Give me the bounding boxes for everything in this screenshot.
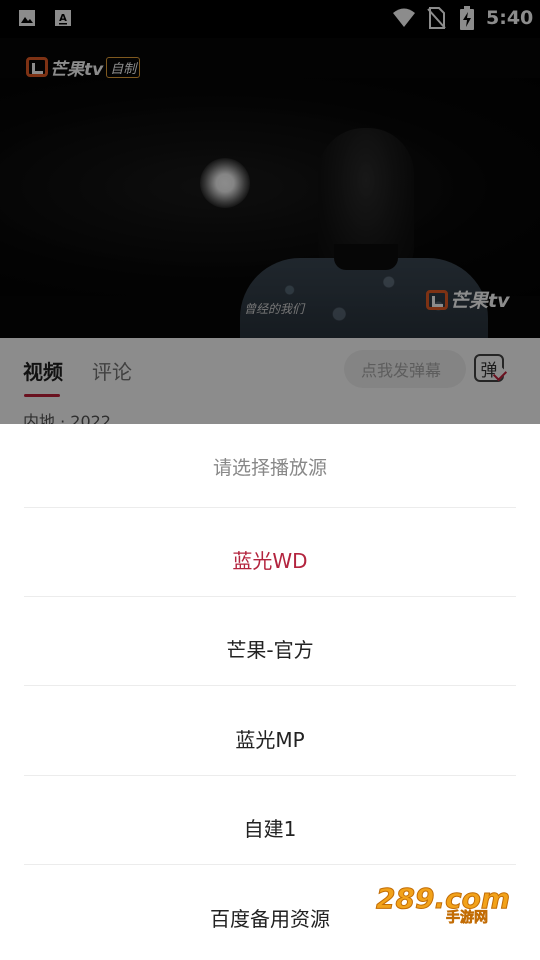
app-screen: A 5:40 芒果tv 自制 芒果tv 曾经的我们 视频 评论 点我发弹幕 弹 …: [0, 0, 540, 960]
source-option-selfbuilt-1[interactable]: 自建1: [0, 783, 540, 871]
divider: [24, 596, 516, 597]
divider: [24, 507, 516, 508]
watermark-text: 289.com: [376, 882, 510, 915]
source-option-lanmp[interactable]: 蓝光MP: [0, 694, 540, 782]
divider: [24, 864, 516, 865]
source-option-lanwd[interactable]: 蓝光WD: [0, 515, 540, 603]
watermark-subtext: 手游网: [446, 909, 488, 924]
divider: [24, 775, 516, 776]
divider: [24, 685, 516, 686]
source-option-mango-official[interactable]: 芒果-官方: [0, 604, 540, 692]
site-watermark: 289.com 手游网: [376, 882, 511, 925]
sheet-title: 请选择播放源: [212, 456, 327, 479]
